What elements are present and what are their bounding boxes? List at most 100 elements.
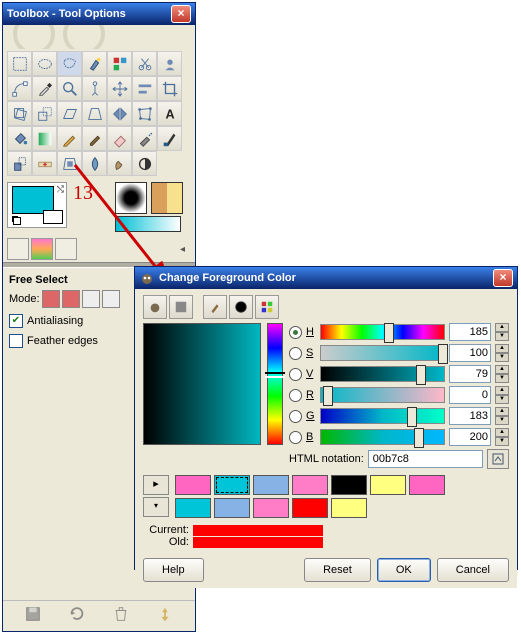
channel-slider-S[interactable] [320, 345, 445, 361]
save-tool-options-icon[interactable] [24, 605, 42, 623]
tool-blur[interactable] [82, 151, 107, 176]
tool-scissors[interactable] [132, 51, 157, 76]
channel-slider-B[interactable] [320, 429, 445, 445]
picker-watercolor-icon[interactable] [203, 295, 227, 319]
tool-perspective[interactable] [82, 101, 107, 126]
swatch-prev-button[interactable]: ▸ [143, 475, 169, 495]
picker-palette-icon[interactable] [255, 295, 279, 319]
tool-zoom[interactable] [57, 76, 82, 101]
tool-rotate[interactable] [7, 101, 32, 126]
help-button[interactable]: Help [143, 558, 204, 582]
preset-delete-icon[interactable] [55, 238, 77, 260]
channel-value-R[interactable]: 0 [449, 386, 491, 404]
reset-colors-icon[interactable] [11, 215, 21, 225]
tool-measure[interactable] [82, 76, 107, 101]
tool-by-color-select[interactable] [107, 51, 132, 76]
channel-slider-V[interactable] [320, 366, 445, 382]
html-notation-add-icon[interactable] [487, 449, 509, 469]
channel-value-V[interactable]: 79 [449, 365, 491, 383]
tool-scale[interactable] [32, 101, 57, 126]
channel-spinner-B[interactable]: ▲▼ [495, 428, 509, 446]
active-pattern-preview[interactable] [151, 182, 183, 214]
toolbox-titlebar[interactable]: Toolbox - Tool Options × [3, 3, 195, 25]
picker-wheel-icon[interactable] [229, 295, 253, 319]
tool-flip[interactable] [107, 101, 132, 126]
options-menu-icon[interactable]: ◂ [180, 244, 191, 255]
tool-bucket-fill[interactable] [7, 126, 32, 151]
tool-smudge[interactable] [107, 151, 132, 176]
tool-dodge-burn[interactable] [132, 151, 157, 176]
old-color-bar[interactable] [193, 537, 323, 548]
close-icon[interactable]: × [171, 5, 191, 23]
swatch-7[interactable] [175, 498, 211, 518]
cancel-button[interactable]: Cancel [437, 558, 509, 582]
channel-spinner-G[interactable]: ▲▼ [495, 407, 509, 425]
swap-colors-icon[interactable]: ⤭ [57, 184, 64, 195]
tool-free-select[interactable] [57, 51, 82, 76]
active-brush-preview[interactable] [115, 182, 147, 214]
tool-clone[interactable] [7, 151, 32, 176]
mode-subtract-button[interactable] [82, 290, 100, 308]
dialog-close-icon[interactable]: × [493, 269, 513, 287]
picker-gimp-icon[interactable] [143, 295, 167, 319]
tool-rect-select[interactable] [7, 51, 32, 76]
tool-airbrush[interactable] [132, 126, 157, 151]
channel-spinner-H[interactable]: ▲▼ [495, 323, 509, 341]
tool-text[interactable]: A [157, 101, 182, 126]
picker-cmyk-icon[interactable] [169, 295, 193, 319]
channel-slider-R[interactable] [320, 387, 445, 403]
color-swatch[interactable]: ⤭ [7, 182, 67, 228]
background-color-box[interactable] [43, 210, 63, 224]
antialiasing-checkbox[interactable]: ✔ [9, 314, 23, 328]
tool-heal[interactable] [32, 151, 57, 176]
tool-color-picker[interactable] [32, 76, 57, 101]
channel-radio-H[interactable] [289, 326, 302, 339]
channel-spinner-R[interactable]: ▲▼ [495, 386, 509, 404]
mode-intersect-button[interactable] [102, 290, 120, 308]
channel-slider-G[interactable] [320, 408, 445, 424]
dialog-titlebar[interactable]: Change Foreground Color × [135, 267, 517, 289]
tool-fuzzy-select[interactable] [82, 51, 107, 76]
html-notation-input[interactable]: 00b7c8 [368, 450, 483, 468]
tool-paths[interactable] [7, 76, 32, 101]
channel-slider-H[interactable] [320, 324, 445, 340]
channel-radio-R[interactable] [289, 389, 302, 402]
channel-spinner-V[interactable]: ▲▼ [495, 365, 509, 383]
channel-spinner-S[interactable]: ▲▼ [495, 344, 509, 362]
restore-tool-options-icon[interactable] [68, 605, 86, 623]
tool-move[interactable] [107, 76, 132, 101]
tool-perspective-clone[interactable] [57, 151, 82, 176]
swatch-5[interactable] [370, 475, 406, 495]
swatch-4[interactable] [331, 475, 367, 495]
swatch-2[interactable] [253, 475, 289, 495]
swatch-next-button[interactable]: ▾ [143, 497, 169, 517]
channel-radio-G[interactable] [289, 410, 302, 423]
channel-value-S[interactable]: 100 [449, 344, 491, 362]
swatch-8[interactable] [214, 498, 250, 518]
preset-save-icon[interactable] [7, 238, 29, 260]
swatch-3[interactable] [292, 475, 328, 495]
reset-button[interactable]: Reset [304, 558, 371, 582]
tool-eraser[interactable] [107, 126, 132, 151]
delete-tool-options-icon[interactable] [112, 605, 130, 623]
tool-align[interactable] [132, 76, 157, 101]
swatch-0[interactable] [175, 475, 211, 495]
active-gradient-preview[interactable] [115, 216, 181, 232]
tool-paintbrush[interactable] [82, 126, 107, 151]
current-color-bar[interactable] [193, 525, 323, 536]
ok-button[interactable]: OK [377, 558, 431, 582]
channel-value-G[interactable]: 183 [449, 407, 491, 425]
reset-tool-options-icon[interactable] [156, 605, 174, 623]
channel-radio-S[interactable] [289, 347, 302, 360]
channel-radio-V[interactable] [289, 368, 302, 381]
tool-pencil[interactable] [57, 126, 82, 151]
hue-bar[interactable] [267, 323, 283, 445]
channel-value-B[interactable]: 200 [449, 428, 491, 446]
tool-shear[interactable] [57, 101, 82, 126]
swatch-1[interactable] [214, 475, 250, 495]
swatch-6[interactable] [409, 475, 445, 495]
swatch-10[interactable] [292, 498, 328, 518]
tool-ink[interactable] [157, 126, 182, 151]
tool-cage[interactable] [132, 101, 157, 126]
tool-foreground-select[interactable] [157, 51, 182, 76]
